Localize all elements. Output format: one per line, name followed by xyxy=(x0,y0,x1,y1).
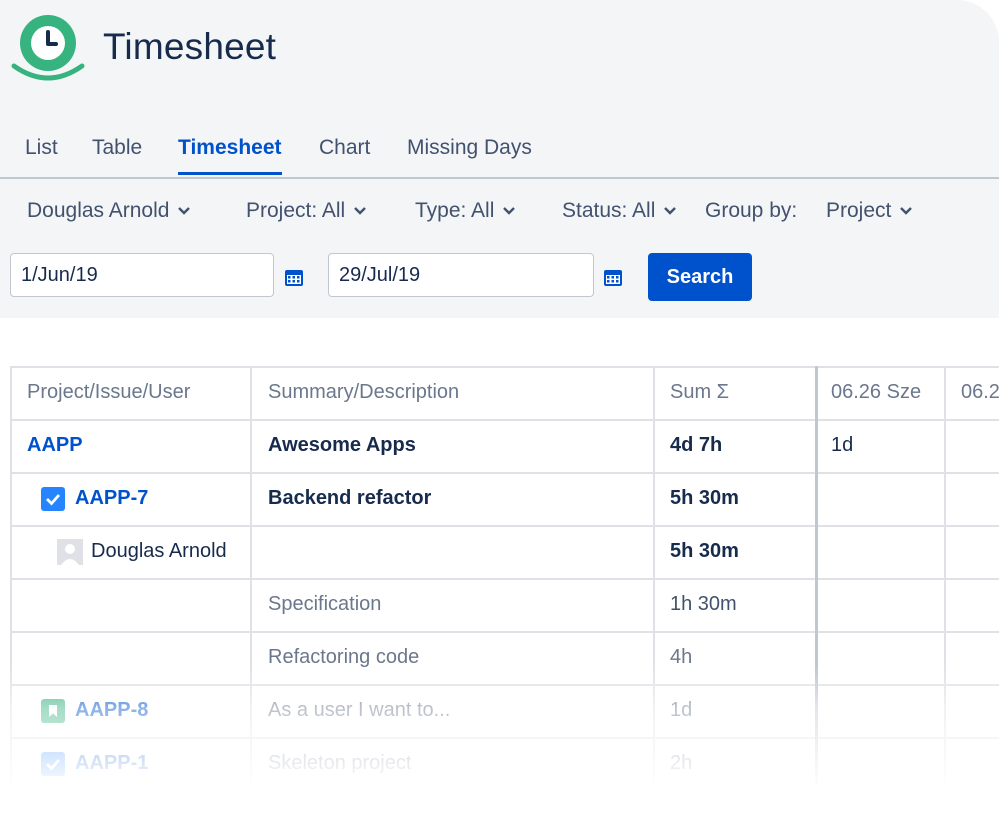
tab-table[interactable]: Table xyxy=(92,136,142,172)
table-row-key: AAPP-8 xyxy=(41,684,148,737)
top-panel: Timesheet List Table Timesheet Chart Mis… xyxy=(0,0,999,318)
row-sum: 2h xyxy=(670,752,693,774)
row-sum: 1h 30m xyxy=(670,593,737,615)
grid-line xyxy=(10,684,999,686)
chevron-down-icon xyxy=(664,207,677,215)
column-header[interactable]: 06.26 Sze xyxy=(831,366,921,419)
clock-icon xyxy=(11,15,85,81)
user-filter-dropdown[interactable]: Douglas Arnold xyxy=(27,199,191,223)
column-header[interactable]: Sum Σ xyxy=(670,366,729,419)
timesheet-table: Project/Issue/User Summary/Description S… xyxy=(10,366,999,786)
row-sum: 4d 7h xyxy=(670,434,723,456)
grid-line xyxy=(10,737,999,739)
tab-chart[interactable]: Chart xyxy=(319,136,370,172)
worklog-description: Refactoring code xyxy=(268,646,420,668)
row-summary: Awesome Apps xyxy=(268,434,416,456)
row-sum: 4h xyxy=(670,646,693,668)
status-filter-label: Status: All xyxy=(562,199,656,222)
calendar-icon[interactable] xyxy=(602,266,624,288)
column-header[interactable]: Summary/Description xyxy=(268,366,459,419)
column-header[interactable]: 06.2 xyxy=(961,366,999,419)
issue-link[interactable]: AAPP-8 xyxy=(75,699,148,722)
date-from-input[interactable] xyxy=(10,253,274,297)
tab-divider xyxy=(0,177,999,179)
table-row-key: Douglas Arnold xyxy=(57,525,227,578)
avatar-icon xyxy=(57,538,83,565)
issue-link[interactable]: AAPP-7 xyxy=(75,487,148,510)
row-summary: Skeleton project xyxy=(268,752,412,774)
type-filter-label: Type: All xyxy=(415,199,495,222)
row-sum: 5h 30m xyxy=(670,487,739,509)
status-filter-dropdown[interactable]: Status: All xyxy=(562,199,677,223)
user-filter-label: Douglas Arnold xyxy=(27,199,170,222)
chevron-down-icon xyxy=(503,207,516,215)
row-summary: As a user I want to... xyxy=(268,699,451,721)
checkbox-icon xyxy=(41,751,65,776)
table-row-key: AAPP-7 xyxy=(41,472,148,525)
grid-line xyxy=(10,578,999,580)
user-name[interactable]: Douglas Arnold xyxy=(91,540,227,563)
group-by-label: Group by: xyxy=(705,199,798,222)
issue-link[interactable]: AAPP-1 xyxy=(75,752,148,775)
grid-line xyxy=(10,472,999,474)
tab-missing-days[interactable]: Missing Days xyxy=(407,136,532,172)
search-button[interactable]: Search xyxy=(648,253,752,301)
project-link[interactable]: AAPP xyxy=(27,419,83,472)
checkbox-icon xyxy=(41,486,65,511)
project-filter-label: Project: All xyxy=(246,199,346,222)
grid-line xyxy=(10,366,12,786)
story-icon xyxy=(41,698,65,723)
chevron-down-icon xyxy=(178,207,191,215)
tab-timesheet[interactable]: Timesheet xyxy=(178,136,282,175)
grid-line xyxy=(815,366,818,786)
grid-line xyxy=(653,366,655,786)
group-by-dropdown[interactable]: Project xyxy=(826,199,913,223)
tab-bar: List Table Timesheet Chart Missing Days xyxy=(0,130,999,178)
tab-list[interactable]: List xyxy=(25,136,58,172)
row-sum: 5h 30m xyxy=(670,540,739,562)
day-value[interactable]: 1d xyxy=(831,419,853,472)
date-to-input[interactable] xyxy=(328,253,594,297)
row-summary: Backend refactor xyxy=(268,487,432,509)
grid-line xyxy=(250,366,252,786)
column-header[interactable]: Project/Issue/User xyxy=(27,366,190,419)
chevron-down-icon xyxy=(900,207,913,215)
table-row-key: AAPP-1 xyxy=(41,737,148,786)
chevron-down-icon xyxy=(354,207,367,215)
grid-line xyxy=(944,366,946,786)
calendar-icon[interactable] xyxy=(283,266,305,288)
project-filter-dropdown[interactable]: Project: All xyxy=(246,199,367,223)
grid-line xyxy=(10,631,999,633)
row-sum: 1d xyxy=(670,699,693,721)
type-filter-dropdown[interactable]: Type: All xyxy=(415,199,516,223)
group-by-value: Project xyxy=(826,199,892,222)
app-title: Timesheet xyxy=(103,26,277,67)
worklog-description: Specification xyxy=(268,593,382,615)
